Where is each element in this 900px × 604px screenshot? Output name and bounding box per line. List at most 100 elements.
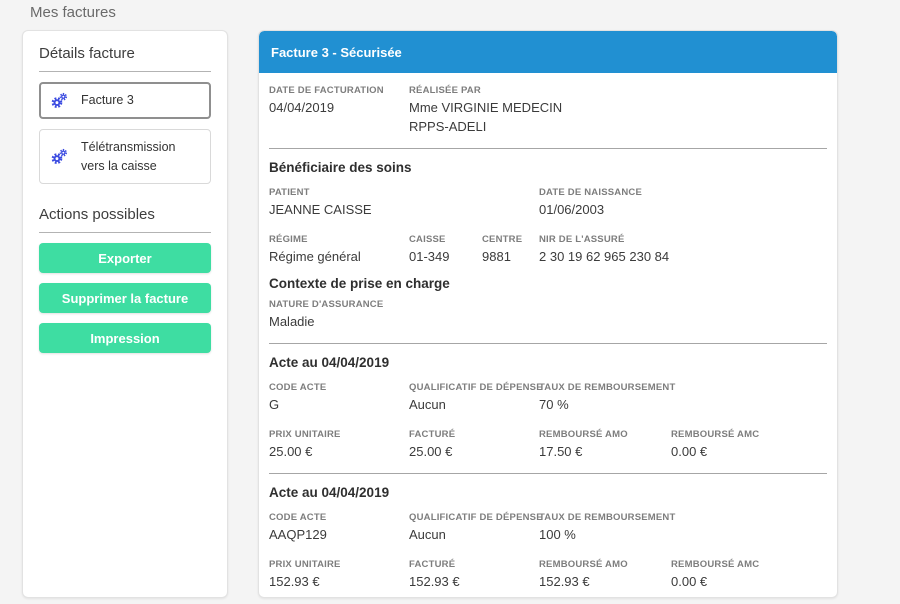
centre-value: 9881 (482, 248, 539, 265)
sidebar-item-facture-3[interactable]: Facture 3 (39, 82, 211, 119)
prix-unitaire-label: PRIX UNITAIRE (269, 429, 409, 441)
code-acte-label: CODE ACTE (269, 382, 409, 394)
prix-unitaire-value: 152.93 € (269, 573, 409, 590)
billing-date-field: DATE DE FACTURATION 04/04/2019 (269, 85, 409, 135)
rembourse-amc-label: REMBOURSÉ AMC (671, 429, 827, 441)
qualificatif-value: Aucun (409, 396, 539, 413)
context-heading: Contexte de prise en charge (269, 276, 827, 291)
page-title: Mes factures (30, 4, 116, 21)
caisse-field: CAISSE 01-349 (409, 234, 482, 265)
code-acte-value: AAQP129 (269, 526, 409, 543)
caisse-label: CAISSE (409, 234, 482, 246)
rembourse-amo-field: REMBOURSÉ AMO 17.50 € (539, 429, 671, 460)
actions-heading: Actions possibles (39, 206, 211, 223)
prix-unitaire-value: 25.00 € (269, 443, 409, 460)
sidebar-item-label: Télétransmission vers la caisse (81, 138, 199, 176)
invoice-content: DATE DE FACTURATION 04/04/2019 RÉALISÉE … (259, 73, 837, 590)
qualificatif-label: QUALIFICATIF DE DÉPENSE (409, 512, 539, 524)
patient-value: JEANNE CAISSE (269, 201, 539, 218)
billing-by-name: Mme VIRGINIE MEDECIN (409, 99, 827, 116)
regime-label: RÉGIME (269, 234, 409, 246)
birthdate-value: 01/06/2003 (539, 201, 827, 218)
facture-field: FACTURÉ 152.93 € (409, 559, 539, 590)
facture-label: FACTURÉ (409, 429, 539, 441)
rembourse-amo-label: REMBOURSÉ AMO (539, 429, 671, 441)
billing-date-label: DATE DE FACTURATION (269, 85, 409, 97)
rembourse-amc-field: REMBOURSÉ AMC 0.00 € (671, 429, 827, 460)
patient-field: PATIENT JEANNE CAISSE (269, 187, 539, 218)
taux-value: 100 % (539, 526, 671, 543)
sidebar-item-label: Facture 3 (81, 91, 134, 110)
section-divider (269, 473, 827, 474)
cogs-icon (51, 92, 68, 109)
rembourse-amo-value: 17.50 € (539, 443, 671, 460)
cogs-icon (51, 148, 68, 165)
birthdate-label: DATE DE NAISSANCE (539, 187, 827, 199)
regime-row: RÉGIME Régime général CAISSE 01-349 CENT… (269, 234, 827, 265)
nir-value: 2 30 19 62 965 230 84 (539, 248, 827, 265)
qualificatif-field: QUALIFICATIF DE DÉPENSE Aucun (409, 382, 539, 413)
birthdate-field: DATE DE NAISSANCE 01/06/2003 (539, 187, 827, 218)
section-divider (269, 148, 827, 149)
qualificatif-field: QUALIFICATIF DE DÉPENSE Aucun (409, 512, 539, 543)
sidebar-item-teletransmission[interactable]: Télétransmission vers la caisse (39, 129, 211, 185)
rembourse-amc-value: 0.00 € (671, 443, 827, 460)
rembourse-amo-value: 152.93 € (539, 573, 671, 590)
facture-field: FACTURÉ 25.00 € (409, 429, 539, 460)
acte-2-info-row: CODE ACTE AAQP129 QUALIFICATIF DE DÉPENS… (269, 512, 827, 543)
taux-field: TAUX DE REMBOURSEMENT 70 % (539, 382, 671, 413)
nature-field: NATURE D'ASSURANCE Maladie (269, 299, 409, 330)
prix-unitaire-label: PRIX UNITAIRE (269, 559, 409, 571)
code-acte-field: CODE ACTE G (269, 382, 409, 413)
beneficiary-heading: Bénéficiaire des soins (269, 160, 827, 175)
qualificatif-label: QUALIFICATIF DE DÉPENSE (409, 382, 539, 394)
sidebar-divider (39, 232, 211, 233)
invoice-panel: Facture 3 - Sécurisée DATE DE FACTURATIO… (258, 30, 838, 598)
delete-invoice-button[interactable]: Supprimer la facture (39, 283, 211, 313)
rembourse-amo-label: REMBOURSÉ AMO (539, 559, 671, 571)
acte-1-heading: Acte au 04/04/2019 (269, 355, 827, 370)
billing-by-field: RÉALISÉE PAR Mme VIRGINIE MEDECIN RPPS-A… (409, 85, 827, 135)
acte-2-heading: Acte au 04/04/2019 (269, 485, 827, 500)
invoice-header: Facture 3 - Sécurisée (259, 31, 837, 73)
patient-row: PATIENT JEANNE CAISSE DATE DE NAISSANCE … (269, 187, 827, 218)
centre-field: CENTRE 9881 (482, 234, 539, 265)
acte-2-amounts-row: PRIX UNITAIRE 152.93 € FACTURÉ 152.93 € … (269, 559, 827, 590)
facture-value: 152.93 € (409, 573, 539, 590)
taux-value: 70 % (539, 396, 671, 413)
code-acte-value: G (269, 396, 409, 413)
billing-row: DATE DE FACTURATION 04/04/2019 RÉALISÉE … (269, 85, 827, 135)
rembourse-amc-value: 0.00 € (671, 573, 827, 590)
regime-value: Régime général (269, 248, 409, 265)
nature-row: NATURE D'ASSURANCE Maladie (269, 299, 827, 330)
code-acte-field: CODE ACTE AAQP129 (269, 512, 409, 543)
prix-unitaire-field: PRIX UNITAIRE 25.00 € (269, 429, 409, 460)
code-acte-label: CODE ACTE (269, 512, 409, 524)
taux-field: TAUX DE REMBOURSEMENT 100 % (539, 512, 671, 543)
patient-label: PATIENT (269, 187, 539, 199)
export-button[interactable]: Exporter (39, 243, 211, 273)
acte-1-info-row: CODE ACTE G QUALIFICATIF DE DÉPENSE Aucu… (269, 382, 827, 413)
billing-date-value: 04/04/2019 (269, 99, 409, 116)
acte-1-amounts-row: PRIX UNITAIRE 25.00 € FACTURÉ 25.00 € RE… (269, 429, 827, 460)
regime-field: RÉGIME Régime général (269, 234, 409, 265)
taux-label: TAUX DE REMBOURSEMENT (539, 512, 671, 524)
taux-label: TAUX DE REMBOURSEMENT (539, 382, 671, 394)
section-divider (269, 343, 827, 344)
rembourse-amo-field: REMBOURSÉ AMO 152.93 € (539, 559, 671, 590)
billing-by-label: RÉALISÉE PAR (409, 85, 827, 97)
nature-value: Maladie (269, 313, 409, 330)
prix-unitaire-field: PRIX UNITAIRE 152.93 € (269, 559, 409, 590)
facture-label: FACTURÉ (409, 559, 539, 571)
details-heading: Détails facture (39, 45, 211, 62)
nir-field: NIR DE L'ASSURÉ 2 30 19 62 965 230 84 (539, 234, 827, 265)
sidebar-divider (39, 71, 211, 72)
details-sidebar: Détails facture Facture 3 (22, 30, 228, 598)
facture-value: 25.00 € (409, 443, 539, 460)
print-button[interactable]: Impression (39, 323, 211, 353)
qualificatif-value: Aucun (409, 526, 539, 543)
rembourse-amc-label: REMBOURSÉ AMC (671, 559, 827, 571)
centre-label: CENTRE (482, 234, 539, 246)
nir-label: NIR DE L'ASSURÉ (539, 234, 827, 246)
rembourse-amc-field: REMBOURSÉ AMC 0.00 € (671, 559, 827, 590)
